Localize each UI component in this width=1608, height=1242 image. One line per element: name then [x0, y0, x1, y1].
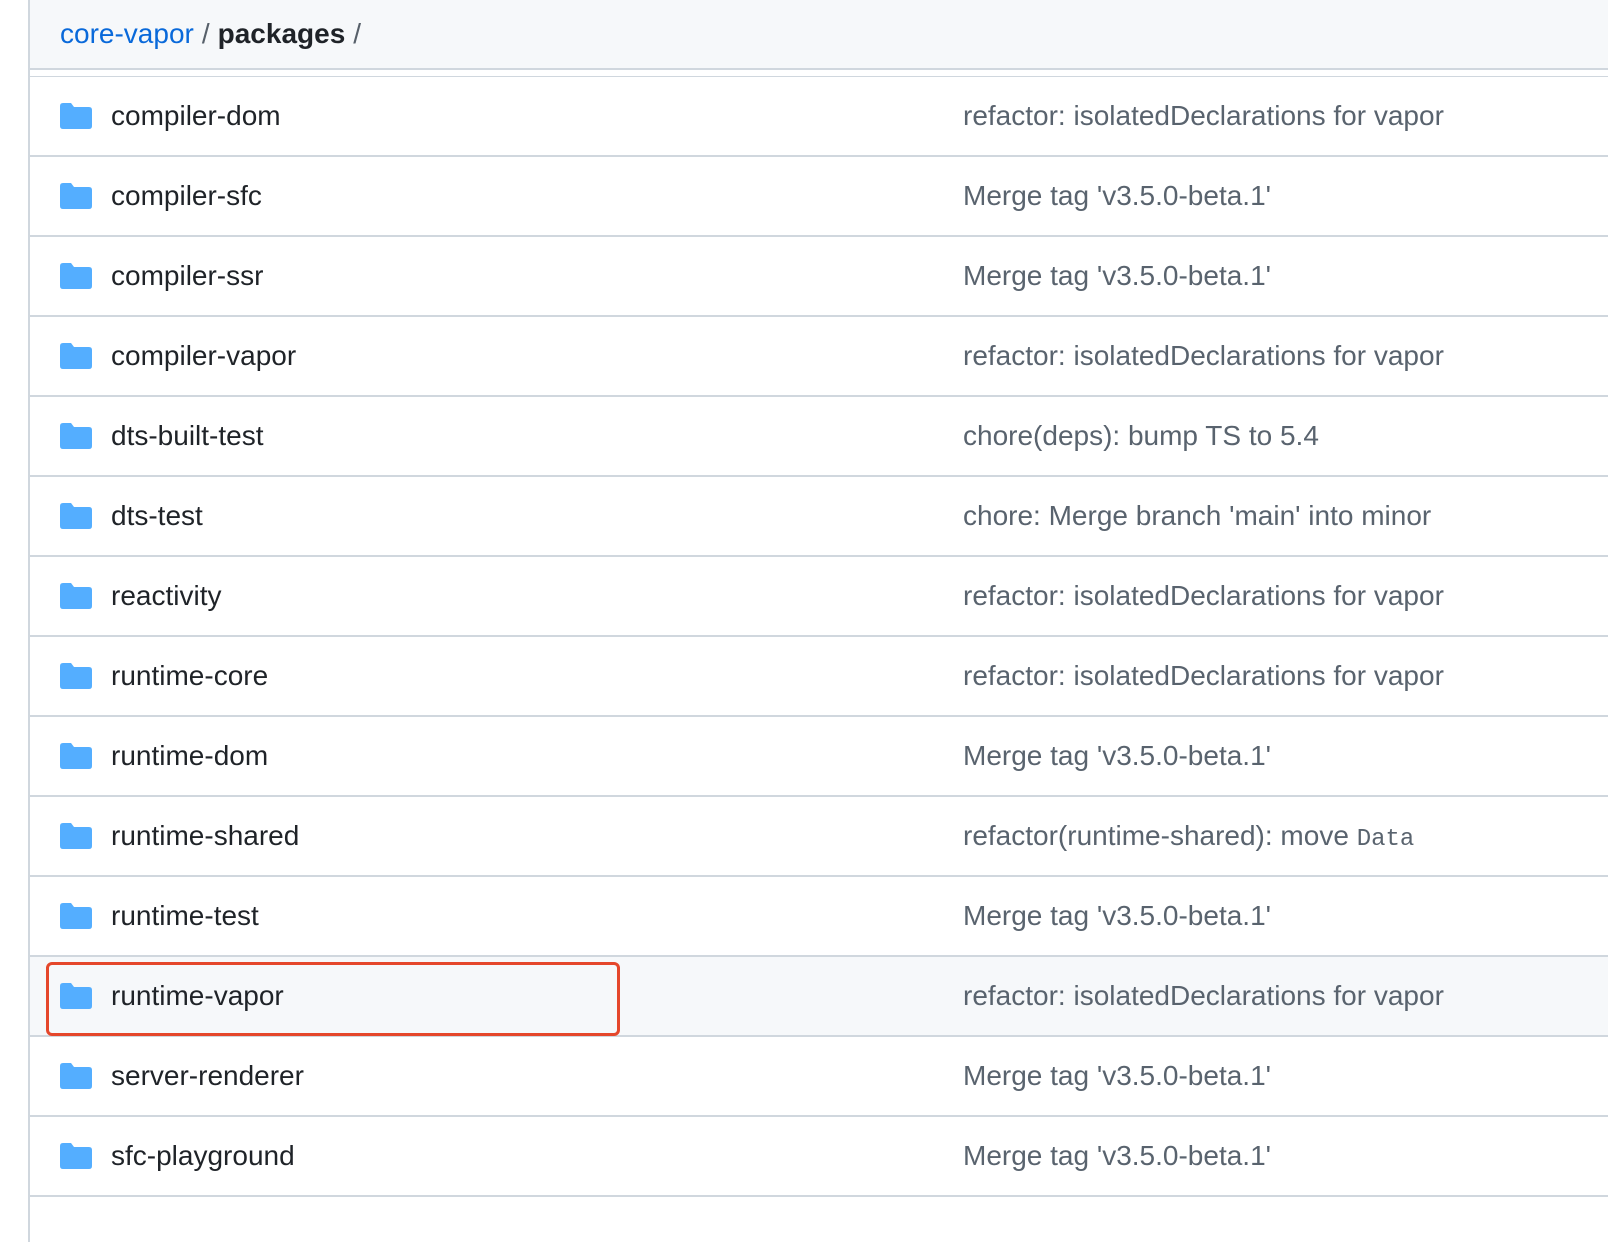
breadcrumb-trailing-separator: / [353, 18, 362, 49]
commit-message-text: refactor: isolatedDeclarations for vapor [963, 980, 1444, 1011]
commit-message-text: refactor(runtime-shared): move [963, 820, 1357, 851]
commit-message-text: Merge tag 'v3.5.0-beta.1' [963, 740, 1271, 771]
file-name-link[interactable]: runtime-test [111, 877, 259, 955]
breadcrumb-repo-link[interactable]: core-vapor [60, 18, 194, 50]
folder-icon [60, 1143, 92, 1169]
file-row-runtime-core[interactable]: runtime-core refactor: isolatedDeclaratio… [30, 637, 1608, 717]
commit-message-link[interactable]: Merge tag 'v3.5.0-beta.1' [963, 1117, 1271, 1195]
file-name-link[interactable]: runtime-core [111, 637, 268, 715]
folder-icon [60, 1063, 92, 1089]
file-row-runtime-vapor[interactable]: runtime-vapor refactor: isolatedDeclarati… [30, 957, 1608, 1037]
commit-message-text: Merge tag 'v3.5.0-beta.1' [963, 900, 1271, 931]
file-name-link[interactable]: runtime-vapor [111, 957, 284, 1035]
file-row-runtime-test[interactable]: runtime-test Merge tag 'v3.5.0-beta.1' [30, 877, 1608, 957]
file-row-compiler-ssr[interactable]: compiler-ssr Merge tag 'v3.5.0-beta.1' [30, 237, 1608, 317]
file-row-dts-built-test[interactable]: dts-built-test chore(deps): bump TS to 5.… [30, 397, 1608, 477]
file-row-compiler-dom[interactable]: compiler-dom refactor: isolatedDeclaratio… [30, 77, 1608, 157]
folder-icon [60, 663, 92, 689]
commit-message-text: refactor: isolatedDeclarations for vapor [963, 580, 1444, 611]
folder-icon [60, 423, 92, 449]
commit-message-text: chore(deps): bump TS to 5.4 [963, 420, 1319, 451]
folder-icon [60, 103, 92, 129]
file-row-runtime-dom[interactable]: runtime-dom Merge tag 'v3.5.0-beta.1' [30, 717, 1608, 797]
file-row-dts-test[interactable]: dts-test chore: Merge branch 'main' into … [30, 477, 1608, 557]
commit-message-link[interactable]: refactor(runtime-shared): move Data [963, 797, 1414, 875]
folder-icon [60, 263, 92, 289]
commit-message-link[interactable]: Merge tag 'v3.5.0-beta.1' [963, 237, 1271, 315]
file-row-compiler-vapor[interactable]: compiler-vapor refactor: isolatedDeclarat… [30, 317, 1608, 397]
commit-message-text: Merge tag 'v3.5.0-beta.1' [963, 1140, 1271, 1171]
file-row-sfc-playground[interactable]: sfc-playground Merge tag 'v3.5.0-beta.1' [30, 1117, 1608, 1197]
breadcrumb-current: packages [217, 18, 346, 49]
file-name-link[interactable]: server-renderer [111, 1037, 304, 1115]
commit-message-text: refactor: isolatedDeclarations for vapor [963, 660, 1444, 691]
commit-message-text: Merge tag 'v3.5.0-beta.1' [963, 1060, 1271, 1091]
file-name-link[interactable]: compiler-sfc [111, 157, 262, 235]
file-list: compiler-dom refactor: isolatedDeclaratio… [30, 77, 1608, 1197]
breadcrumb-separator: / [201, 18, 210, 49]
file-name-link[interactable]: runtime-shared [111, 797, 299, 875]
file-row-server-renderer[interactable]: server-renderer Merge tag 'v3.5.0-beta.1' [30, 1037, 1608, 1117]
file-browser: core-vapor / packages / compiler-dom refa… [0, 0, 1608, 1242]
file-name-link[interactable]: runtime-dom [111, 717, 268, 795]
folder-icon [60, 183, 92, 209]
commit-message-text: Merge tag 'v3.5.0-beta.1' [963, 260, 1271, 291]
commit-message-text: chore: Merge branch 'main' into minor [963, 500, 1432, 531]
file-name-link[interactable]: dts-test [111, 477, 203, 555]
commit-message-link[interactable]: Merge tag 'v3.5.0-beta.1' [963, 877, 1271, 955]
commit-message-link[interactable]: refactor: isolatedDeclarations for vapor [963, 557, 1444, 635]
commit-message-link[interactable]: chore: Merge branch 'main' into minor [963, 477, 1431, 555]
breadcrumb: core-vapor / packages / [30, 0, 1608, 70]
commit-message-link[interactable]: refactor: isolatedDeclarations for vapor [963, 77, 1444, 155]
file-name-link[interactable]: dts-built-test [111, 397, 264, 475]
commit-message-text: refactor: isolatedDeclarations for vapor [963, 100, 1444, 131]
commit-message-link[interactable]: refactor: isolatedDeclarations for vapor [963, 957, 1444, 1035]
commit-message-link[interactable]: Merge tag 'v3.5.0-beta.1' [963, 1037, 1271, 1115]
folder-icon [60, 983, 92, 1009]
file-row-compiler-sfc[interactable]: compiler-sfc Merge tag 'v3.5.0-beta.1' [30, 157, 1608, 237]
commit-message-code: Data [1356, 826, 1415, 853]
commit-message-text: Merge tag 'v3.5.0-beta.1' [963, 180, 1271, 211]
folder-icon [60, 583, 92, 609]
commit-message-link[interactable]: chore(deps): bump TS to 5.4 [963, 397, 1319, 475]
folder-icon [60, 343, 92, 369]
folder-icon [60, 503, 92, 529]
file-row-runtime-shared[interactable]: runtime-shared refactor(runtime-shared): … [30, 797, 1608, 877]
commit-message-link[interactable]: refactor: isolatedDeclarations for vapor [963, 317, 1444, 395]
file-name-link[interactable]: compiler-ssr [111, 237, 263, 315]
commit-message-text: refactor: isolatedDeclarations for vapor [963, 340, 1444, 371]
file-row-reactivity[interactable]: reactivity refactor: isolatedDeclarations… [30, 557, 1608, 637]
commit-message-link[interactable]: refactor: isolatedDeclarations for vapor [963, 637, 1444, 715]
file-name-link[interactable]: sfc-playground [111, 1117, 295, 1195]
file-name-link[interactable]: compiler-dom [111, 77, 281, 155]
commit-message-link[interactable]: Merge tag 'v3.5.0-beta.1' [963, 717, 1271, 795]
file-name-link[interactable]: compiler-vapor [111, 317, 296, 395]
folder-icon [60, 903, 92, 929]
file-name-link[interactable]: reactivity [111, 557, 221, 635]
folder-icon [60, 743, 92, 769]
folder-icon [60, 823, 92, 849]
commit-message-link[interactable]: Merge tag 'v3.5.0-beta.1' [963, 157, 1271, 235]
